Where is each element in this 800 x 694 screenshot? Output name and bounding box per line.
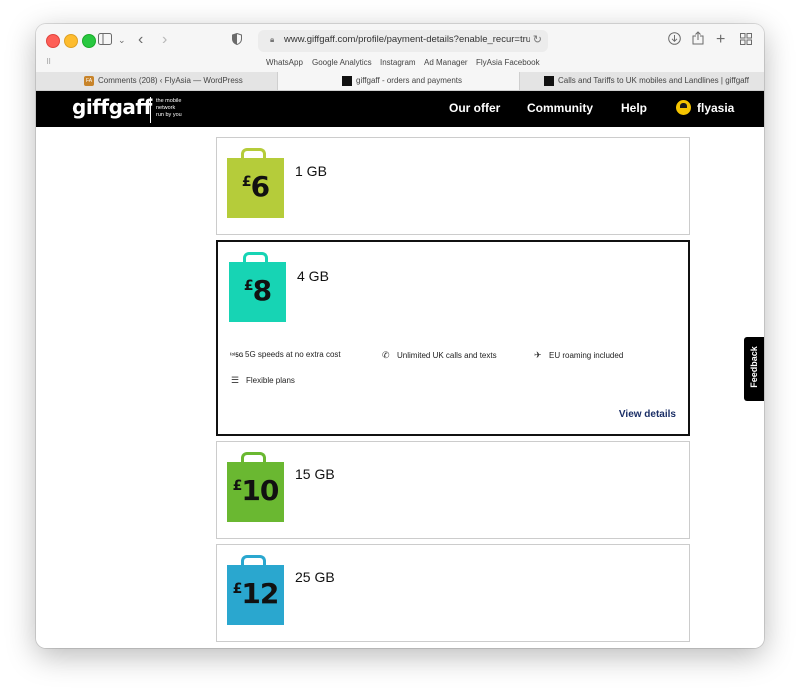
feature-label: EU roaming included [549, 351, 624, 360]
nav-help[interactable]: Help [621, 101, 647, 115]
chevron-down-icon[interactable]: ⌄ [118, 30, 126, 50]
price-bag: £6 [227, 148, 284, 218]
close-window-button[interactable] [46, 34, 60, 48]
price-value: 10 [241, 474, 279, 507]
share-icon[interactable] [692, 30, 704, 50]
back-icon[interactable]: ‹ [138, 30, 143, 50]
tab-giffgaff-orders[interactable]: giffgaff - orders and payments [278, 72, 520, 90]
giffgaff-logo[interactable]: giffgaff [72, 95, 152, 119]
bookmark-flyasia-facebook[interactable]: FlyAsia Facebook [476, 58, 540, 67]
logo-tagline: the mobile network run by you [156, 98, 196, 119]
avatar[interactable] [676, 100, 691, 115]
tagline-line: network [156, 105, 176, 111]
price-bag: £10 [227, 452, 284, 522]
plan-data-amount: 15 GB [295, 466, 335, 482]
giffgaff-favicon-icon [342, 76, 352, 86]
phone-call-icon: ✆ [382, 350, 390, 360]
plan-card-1gb[interactable]: £6 1 GB [216, 137, 690, 235]
plan-card-25gb[interactable]: £12 25 GB [216, 544, 690, 642]
feature-eu-roaming: ✈ EU roaming included [534, 350, 623, 361]
feature-calls: ✆ Unlimited UK calls and texts [382, 350, 497, 361]
price-value: 8 [252, 274, 273, 307]
browser-window: ⌄ ‹ › 🔒︎ www.giffgaff.com/profile/paymen… [36, 24, 764, 648]
address-bar[interactable]: 🔒︎ www.giffgaff.com/profile/payment-deta… [258, 30, 548, 52]
giffgaff-header: giffgaff the mobile network run by you O… [36, 91, 764, 127]
price-currency: £ [243, 278, 254, 294]
plan-data-amount: 25 GB [295, 569, 335, 585]
bookmarks-bar: ⠿ WhatsApp Google Analytics Instagram Ad… [36, 54, 764, 73]
bookmark-google-analytics[interactable]: Google Analytics [312, 58, 372, 67]
bookmark-ad-manager[interactable]: Ad Manager [424, 58, 468, 67]
plan-data-amount: 1 GB [295, 163, 327, 179]
feedback-label: Feedback [749, 346, 759, 388]
tab-giffgaff-tariffs[interactable]: Calls and Tariffs to UK mobiles and Land… [520, 72, 764, 90]
url-text: www.giffgaff.com/profile/payment-details… [284, 34, 530, 45]
apps-grid-icon[interactable]: ⠿ [46, 58, 51, 66]
plane-icon: ✈ [534, 350, 542, 360]
download-icon[interactable] [668, 30, 681, 50]
lock-icon: 🔒︎ [270, 35, 275, 44]
tagline-line: run by you [156, 112, 182, 118]
plan-data-amount: 4 GB [297, 268, 329, 284]
price-currency: £ [241, 174, 252, 190]
price-bag: £8 [229, 252, 286, 322]
bookmark-instagram[interactable]: Instagram [380, 58, 416, 67]
tagline-line: the mobile [156, 98, 182, 104]
feature-flexible-plans: ☰ Flexible plans [231, 375, 295, 386]
tab-overview-icon[interactable] [740, 30, 752, 50]
flyasia-favicon-icon: FA [84, 76, 94, 86]
feature-label: 5G speeds at no extra cost [245, 350, 341, 359]
tab-bar: FA Comments (208) ‹ FlyAsia — WordPress … [36, 72, 764, 91]
forward-icon[interactable]: › [162, 30, 167, 50]
feature-label: Flexible plans [246, 376, 295, 385]
plan-card-15gb[interactable]: £10 15 GB [216, 441, 690, 539]
price-currency: £ [232, 478, 243, 494]
nav-community[interactable]: Community [527, 101, 593, 115]
feature-5g: ⁽ᵒ⁾5G 5G speeds at no extra cost [230, 350, 341, 359]
view-details-link[interactable]: View details [619, 409, 676, 420]
tab-wordpress-comments[interactable]: FA Comments (208) ‹ FlyAsia — WordPress [36, 72, 278, 90]
reload-icon[interactable]: ↻ [533, 33, 542, 46]
feedback-tab[interactable]: Feedback [744, 337, 764, 401]
tab-label: Calls and Tariffs to UK mobiles and Land… [558, 76, 749, 85]
logo-divider [150, 97, 151, 123]
sidebar-icon[interactable] [98, 30, 112, 50]
plans-list: £6 1 GB £8 4 GB ⁽ᵒ⁾5G 5G speeds at no ext… [36, 127, 764, 648]
5g-icon: ⁽ᵒ⁾5G [230, 353, 244, 359]
feature-label: Unlimited UK calls and texts [397, 351, 497, 360]
bookmark-whatsapp[interactable]: WhatsApp [266, 58, 303, 67]
price-value: 12 [241, 577, 279, 610]
nav-username[interactable]: flyasia [697, 101, 734, 115]
new-tab-icon[interactable]: + [716, 30, 725, 50]
price-bag: £12 [227, 555, 284, 625]
giffgaff-favicon-icon [544, 76, 554, 86]
nav-our-offer[interactable]: Our offer [449, 101, 500, 115]
flexible-plans-icon: ☰ [231, 375, 240, 385]
price-currency: £ [232, 581, 243, 597]
privacy-shield-icon[interactable] [232, 30, 242, 50]
minimize-window-button[interactable] [64, 34, 78, 48]
tab-label: Comments (208) ‹ FlyAsia — WordPress [98, 76, 243, 85]
plan-card-4gb[interactable]: £8 4 GB ⁽ᵒ⁾5G 5G speeds at no extra cost … [216, 240, 690, 436]
zoom-window-button[interactable] [82, 34, 96, 48]
price-value: 6 [250, 170, 271, 203]
